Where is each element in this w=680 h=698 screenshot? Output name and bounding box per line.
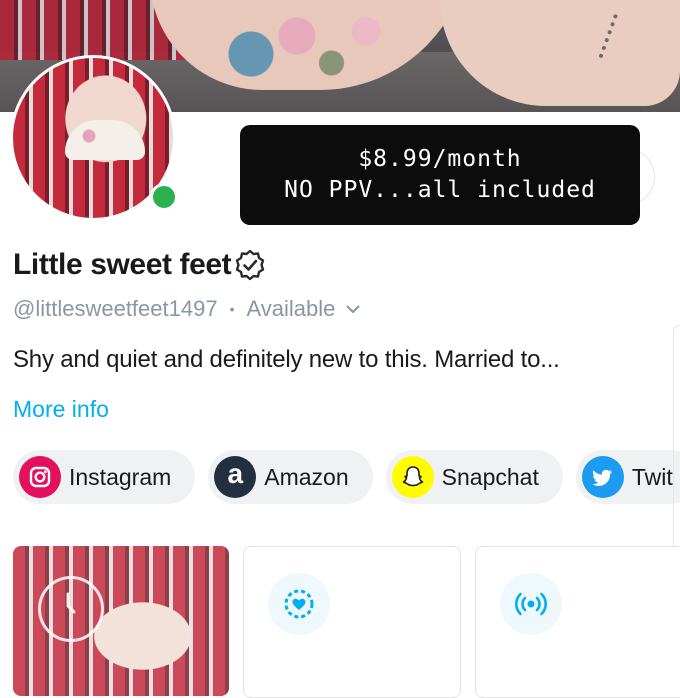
price-banner-line2: NO PPV...all included — [284, 177, 596, 203]
instagram-icon — [19, 456, 61, 498]
chevron-down-icon[interactable] — [345, 301, 361, 317]
profile-name-row: Little sweet feet — [13, 248, 267, 282]
social-link-snapchat[interactable]: Snapchat — [385, 450, 563, 504]
social-link-label: Snapchat — [441, 463, 539, 490]
social-links: Instagram a Amazon Snapchat Twit — [13, 450, 680, 504]
profile-handle: @littlesweetfeet1497 — [13, 296, 218, 321]
tile-media-preview[interactable] — [13, 546, 229, 696]
snapchat-icon — [391, 456, 434, 498]
avatar[interactable] — [10, 55, 178, 221]
separator-dot: • — [229, 301, 235, 317]
price-banner-line1: $8.99/month — [358, 146, 522, 172]
verified-badge-icon — [236, 249, 265, 281]
social-link-label: Twit — [631, 463, 673, 490]
profile-tiles — [13, 546, 680, 698]
social-link-instagram[interactable]: Instagram — [13, 450, 196, 504]
social-link-twitter[interactable]: Twit — [575, 450, 680, 504]
social-link-label: Instagram — [69, 463, 172, 490]
profile-bio: Shy and quiet and definitely new to this… — [13, 346, 560, 373]
amazon-icon: a — [214, 456, 257, 498]
profile-handle-row: @littlesweetfeet1497 • Available — [13, 296, 361, 322]
social-link-label: Amazon — [264, 463, 349, 490]
live-broadcast-icon — [500, 573, 562, 635]
avatar-image — [13, 58, 173, 218]
online-status-dot — [150, 183, 178, 211]
play-icon[interactable] — [38, 576, 104, 642]
tile-live[interactable] — [475, 546, 680, 698]
tile-stories[interactable] — [243, 546, 461, 698]
availability-status[interactable]: Available — [246, 296, 335, 322]
profile-name: Little sweet feet — [13, 248, 232, 281]
heart-circle-icon — [268, 573, 330, 635]
cover-tattoo — [205, 0, 435, 90]
avatar-detail — [65, 120, 145, 160]
twitter-icon — [581, 456, 624, 498]
more-info-link[interactable]: More info — [13, 396, 109, 423]
social-link-amazon[interactable]: a Amazon — [208, 450, 373, 504]
amazon-glyph: a — [227, 458, 244, 489]
price-banner: $8.99/month NO PPV...all included — [240, 125, 640, 225]
